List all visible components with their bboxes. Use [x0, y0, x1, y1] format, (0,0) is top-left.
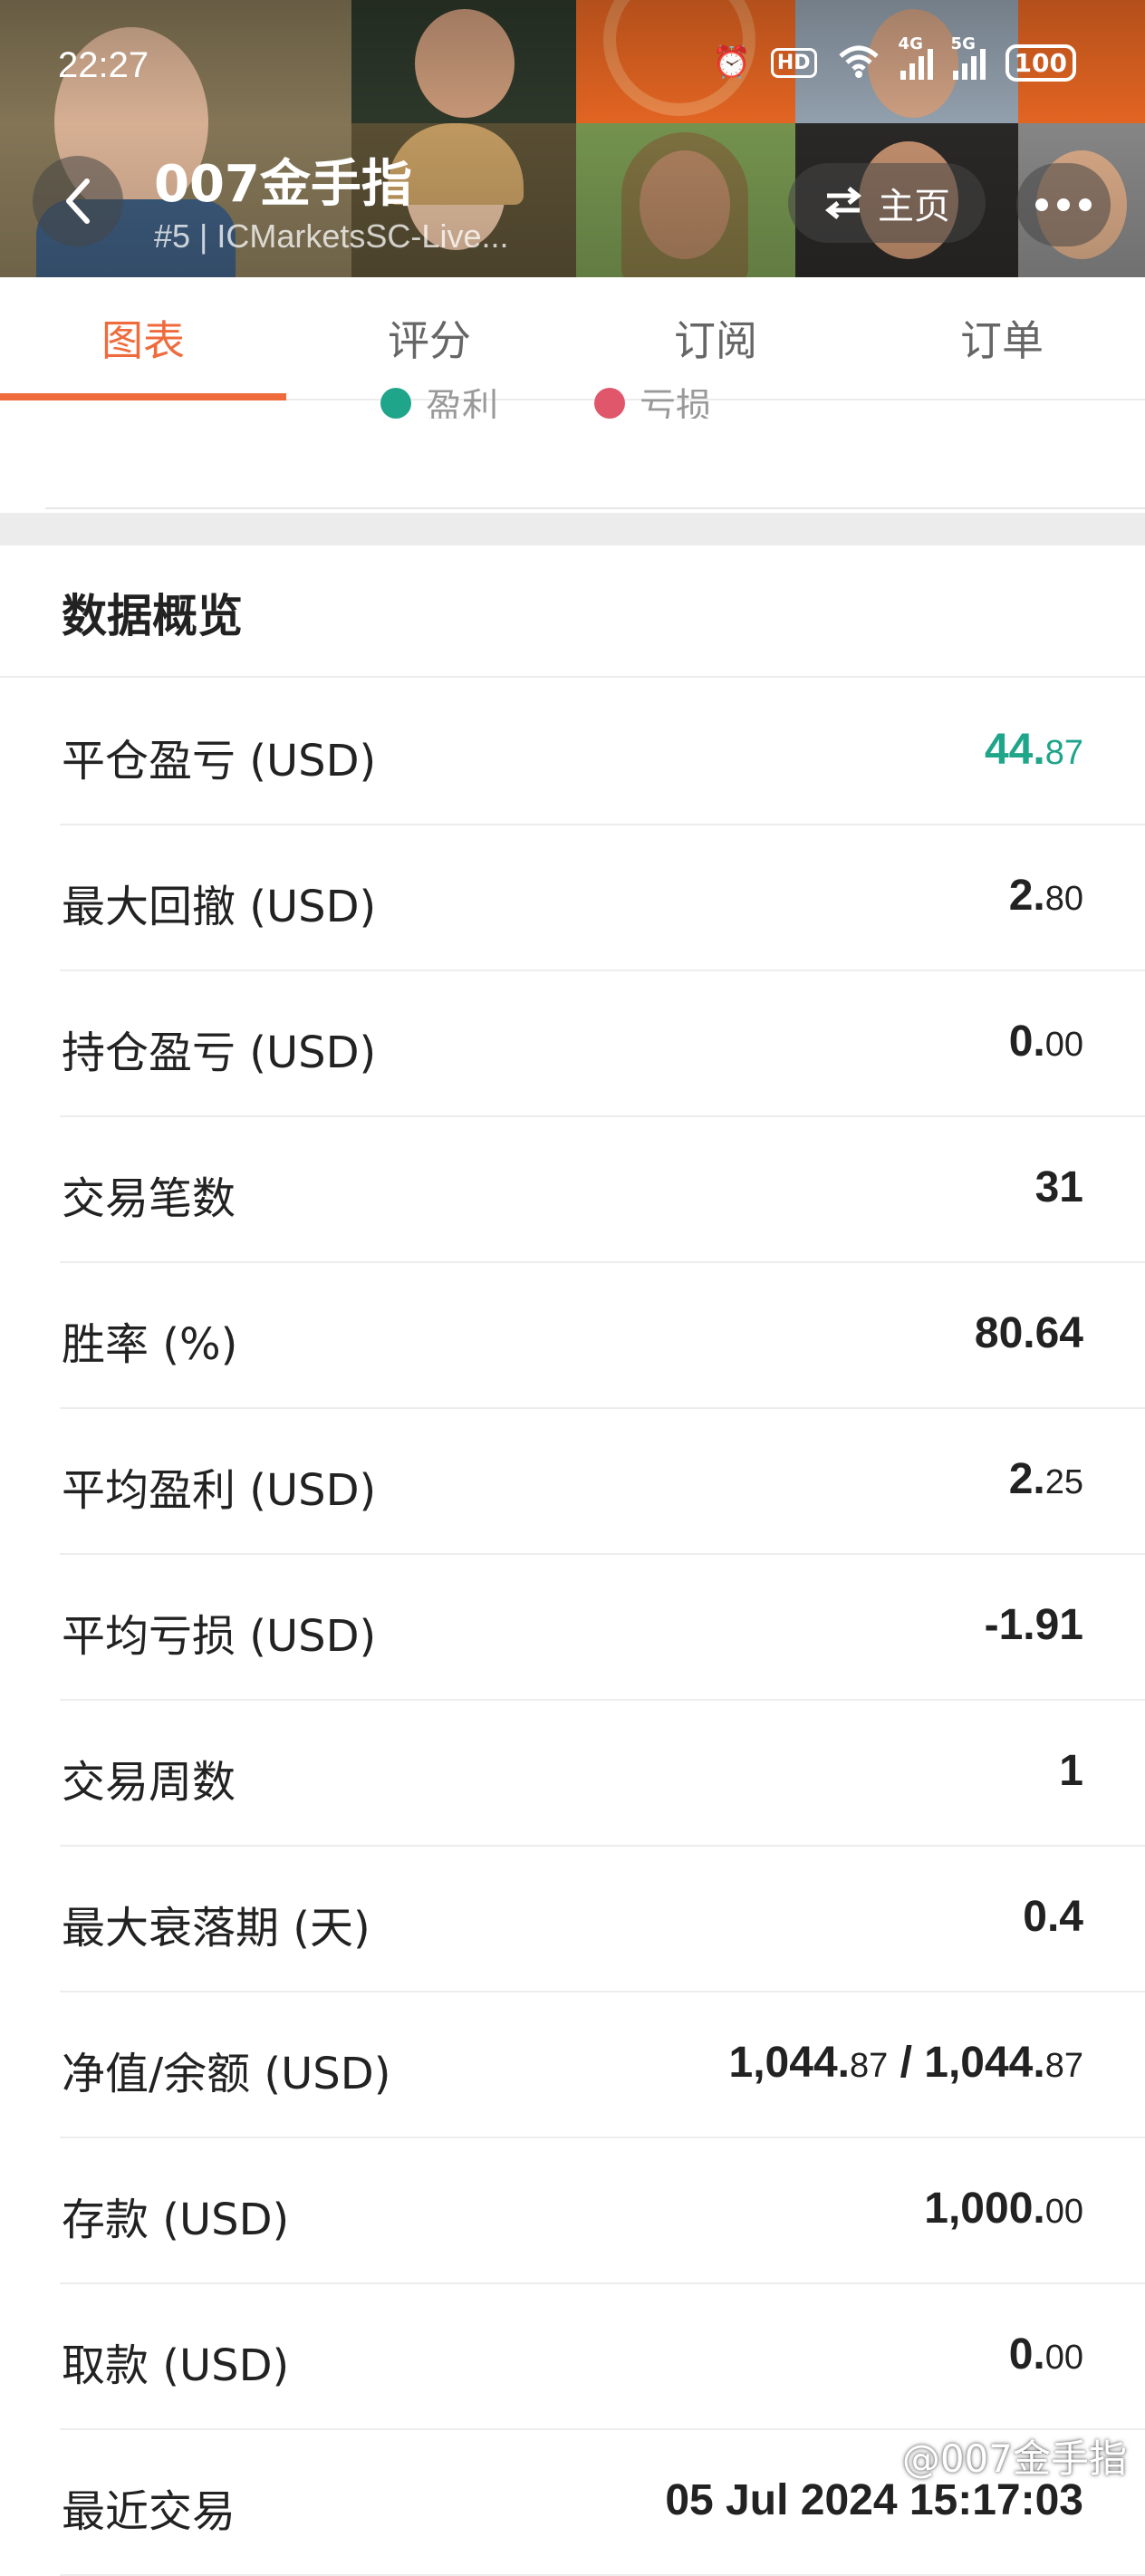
chevron-left-icon: [66, 178, 90, 224]
stat-row: 平均亏损 (USD) -1.91: [0, 1555, 1145, 1701]
legend-label-profit: 盈利: [426, 386, 498, 419]
back-button[interactable]: [33, 156, 123, 246]
legend-label-loss: 亏损: [640, 386, 712, 419]
stat-value-integer: 2.: [1008, 872, 1045, 920]
stat-row: 净值/余额 (USD) 1,044.87 / 1,044.87: [0, 1992, 1145, 2138]
legend-swatch-loss: [594, 388, 625, 419]
stat-value-decimal: 00: [1044, 2193, 1083, 2231]
stat-value: 0.00: [1009, 1017, 1083, 1066]
stat-row: 交易周数 1: [0, 1701, 1145, 1847]
net-5g-label: 5G: [950, 34, 976, 53]
stat-label: 平均亏损 (USD): [62, 1611, 377, 1662]
stat-label: 平均盈利 (USD): [62, 1465, 377, 1516]
stat-value-integer: 0.: [1008, 2330, 1045, 2378]
stat-value: 1,044.87 / 1,044.87: [729, 2038, 1083, 2088]
stat-value-integer: 31: [1034, 1163, 1083, 1211]
more-button[interactable]: [1016, 163, 1111, 246]
home-button-label: 主页: [878, 186, 950, 227]
stat-value-integer: 0.4: [1023, 1893, 1083, 1941]
stat-row: 平均盈利 (USD) 2.25: [0, 1409, 1145, 1555]
swap-icon: [824, 187, 862, 219]
stat-label: 交易周数: [62, 1757, 236, 1808]
stat-value: -1.91: [985, 1600, 1083, 1650]
legend-item-profit: 盈利: [380, 382, 498, 419]
stat-row: 持仓盈亏 (USD) 0.00: [0, 971, 1145, 1117]
stat-value-decimal: 25: [1044, 1463, 1083, 1501]
status-icons: ⏰ HD 4G 5G 100: [712, 34, 1076, 82]
stat-value: 0.4: [1023, 1892, 1083, 1942]
overview-list: 平仓盈亏 (USD) 44.87 最大回撤 (USD) 2.80 持仓盈亏 (USD) 0…: [0, 680, 1145, 2576]
section-title: 数据概览: [62, 590, 243, 642]
chart-legend: 盈利 亏损: [0, 382, 1145, 419]
stat-label: 净值/余额 (USD): [62, 2049, 391, 2099]
divider: [45, 507, 1145, 509]
stat-value: 2.25: [1009, 1454, 1083, 1504]
page-title: 007金手指: [154, 155, 412, 214]
stat-label: 取款 (USD): [62, 2340, 290, 2391]
stat-value: 31: [1035, 1163, 1083, 1212]
status-time: 22:27: [58, 45, 149, 85]
stat-row: 存款 (USD) 1,000.00: [0, 2138, 1145, 2284]
stat-value-decimal: 87: [849, 2047, 889, 2085]
stat-value-decimal: 87: [1044, 734, 1083, 772]
divider: [0, 676, 1145, 678]
stat-row: 交易笔数 31: [0, 1117, 1145, 1263]
stat-label: 最大衰落期 (天): [62, 1903, 370, 1954]
more-dot: [1057, 198, 1070, 211]
stat-label: 交易笔数: [62, 1173, 236, 1224]
stat-value-integer: 1: [1059, 1747, 1083, 1795]
stat-label: 最大回撤 (USD): [62, 882, 377, 932]
stat-row: 取款 (USD) 0.00: [0, 2284, 1145, 2430]
tab-subscribe[interactable]: 订阅: [572, 277, 859, 399]
signal-5g-icon: 5G: [951, 34, 986, 80]
stat-label: 持仓盈亏 (USD): [62, 1028, 377, 1078]
stat-value-integer: / 1,044.: [888, 2039, 1045, 2087]
stat-value: 0.00: [1009, 2330, 1083, 2379]
legend-swatch-profit: [380, 388, 411, 419]
wifi-icon: [837, 43, 880, 82]
tab-orders[interactable]: 订单: [859, 277, 1145, 399]
stat-value: 2.80: [1009, 871, 1083, 921]
home-button[interactable]: 主页: [788, 163, 986, 243]
stat-row: 最大回撤 (USD) 2.80: [0, 825, 1145, 971]
stat-label: 存款 (USD): [62, 2195, 290, 2245]
signal-4g-icon: 4G: [899, 34, 933, 80]
stat-label: 平仓盈亏 (USD): [62, 736, 377, 786]
account-subtitle: #5 | ICMarketsSC-Live...: [154, 217, 509, 255]
legend-item-loss: 亏损: [594, 382, 712, 419]
stat-row: 平仓盈亏 (USD) 44.87: [0, 680, 1145, 825]
net-4g-label: 4G: [898, 34, 923, 53]
stat-value: 44.87: [985, 725, 1083, 775]
stat-value-integer: 2.: [1008, 1455, 1045, 1503]
stat-value-integer: 44.: [984, 726, 1045, 774]
battery-icon: 100: [1005, 43, 1076, 82]
stat-value: 80.64: [975, 1308, 1083, 1358]
hd-icon: HD: [770, 47, 817, 78]
stat-value-integer: 1,000.: [924, 2185, 1045, 2233]
stat-value-integer: -1.91: [984, 1601, 1083, 1649]
stat-value: 1,000.00: [924, 2184, 1083, 2233]
stat-value-decimal: 00: [1044, 1026, 1083, 1064]
stat-value-decimal: 87: [1044, 2047, 1083, 2085]
more-dot: [1079, 198, 1092, 211]
tab-rating[interactable]: 评分: [286, 277, 572, 399]
stat-row: 胜率 (%) 80.64: [0, 1263, 1145, 1409]
stat-value-decimal: 00: [1044, 2339, 1083, 2377]
alarm-icon: ⏰: [712, 44, 751, 81]
watermark: @007金手指: [901, 2436, 1127, 2481]
stat-label: 胜率 (%): [62, 1319, 238, 1370]
stat-value-integer: 80.64: [974, 1309, 1083, 1357]
more-dots-icon: [1035, 198, 1048, 211]
status-bar: 22:27 ⏰ HD 4G 5G 100: [0, 34, 1145, 109]
stat-row: 最大衰落期 (天) 0.4: [0, 1847, 1145, 1992]
stat-value-decimal: 80: [1044, 880, 1083, 918]
stat-label: 最近交易: [62, 2486, 236, 2537]
stat-value-integer: 0.: [1008, 1018, 1045, 1066]
stat-value-integer: 1,044.: [728, 2039, 850, 2087]
tab-chart[interactable]: 图表: [0, 277, 286, 399]
section-gap: [0, 513, 1145, 545]
header-banner: 22:27 ⏰ HD 4G 5G 100 007金手指 #5 | ICMarke…: [0, 0, 1145, 277]
stat-value: 1: [1059, 1746, 1083, 1796]
